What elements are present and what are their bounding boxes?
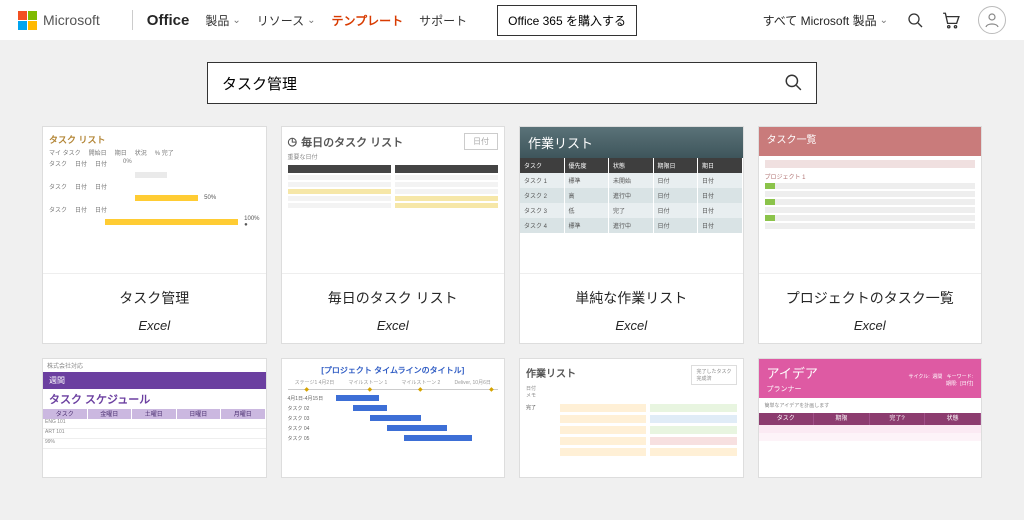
nav-support[interactable]: サポート	[419, 12, 467, 29]
nav-products[interactable]: 製品⌄	[205, 12, 240, 29]
nav-resources[interactable]: リソース⌄	[257, 12, 316, 29]
template-meta: 毎日のタスク リスト Excel	[282, 274, 505, 343]
page-body: タスク リスト マイ タスク開始日期日状況% 完了 タスク日付日付0% タスク日…	[0, 40, 1024, 520]
office-label[interactable]: Office	[147, 12, 190, 29]
chevron-down-icon: ⌄	[232, 15, 240, 26]
search-icon	[784, 73, 802, 91]
template-thumbnail: 作業リスト 完了したタスク完成済 日付メモ 完了	[520, 359, 743, 477]
template-thumbnail: 作業リスト タスク優先度状態期限日期日 タスク 1標準未開始日付日付 タスク 2…	[520, 127, 743, 274]
template-thumbnail: タスク一覧 プロジェクト 1	[759, 127, 982, 274]
clock-icon: ◷	[288, 135, 298, 148]
chevron-down-icon: ⌄	[880, 15, 888, 26]
template-app: Excel	[49, 318, 260, 333]
template-thumbnail: [プロジェクト タイムラインのタイトル] ステージ1 4月2日マイルストーン 1…	[282, 359, 505, 477]
microsoft-label: Microsoft	[43, 12, 100, 28]
template-title: 単純な作業リスト	[526, 288, 737, 308]
template-title: 毎日のタスク リスト	[288, 288, 499, 308]
top-nav: Microsoft Office 製品⌄ リソース⌄ テンプレート サポート O…	[0, 0, 1024, 40]
microsoft-icon	[18, 11, 37, 30]
search-button[interactable]	[784, 73, 802, 94]
template-card[interactable]: 作業リスト 完了したタスク完成済 日付メモ 完了	[519, 358, 744, 478]
template-thumbnail: アイデアプランナー サイクル: 週間 キーワード:期限: [日付] 簡単なアイデ…	[759, 359, 982, 477]
template-card[interactable]: ◷毎日のタスク リスト 日付 重要な日付 毎日のタスク リスト Excel	[281, 126, 506, 344]
buy-office-button[interactable]: Office 365 を購入する	[497, 5, 637, 36]
template-card[interactable]: [プロジェクト タイムラインのタイトル] ステージ1 4月2日マイルストーン 1…	[281, 358, 506, 478]
template-thumbnail: タスク リスト マイ タスク開始日期日状況% 完了 タスク日付日付0% タスク日…	[43, 127, 266, 274]
primary-nav: 製品⌄ リソース⌄ テンプレート サポート Office 365 を購入する	[205, 5, 637, 36]
template-thumbnail: ◷毎日のタスク リスト 日付 重要な日付	[282, 127, 505, 274]
template-card[interactable]: アイデアプランナー サイクル: 週間 キーワード:期限: [日付] 簡単なアイデ…	[758, 358, 983, 478]
template-card[interactable]: 作業リスト タスク優先度状態期限日期日 タスク 1標準未開始日付日付 タスク 2…	[519, 126, 744, 344]
template-card[interactable]: タスク リスト マイ タスク開始日期日状況% 完了 タスク日付日付0% タスク日…	[42, 126, 267, 344]
chevron-down-icon: ⌄	[307, 15, 315, 26]
microsoft-logo[interactable]: Microsoft	[18, 11, 100, 30]
template-meta: タスク管理 Excel	[43, 274, 266, 343]
template-app: Excel	[765, 318, 976, 333]
account-icon[interactable]	[978, 6, 1006, 34]
search-input[interactable]	[222, 75, 784, 92]
template-thumbnail: 株式会社対応 週間 タスク スケジュール タスク金曜日土曜日日曜日月曜日 ENG…	[43, 359, 266, 477]
template-title: プロジェクトのタスク一覧	[765, 288, 976, 308]
template-meta: 単純な作業リスト Excel	[520, 274, 743, 343]
nav-templates[interactable]: テンプレート	[332, 12, 404, 29]
template-app: Excel	[526, 318, 737, 333]
template-meta: プロジェクトのタスク一覧 Excel	[759, 274, 982, 343]
all-microsoft-products[interactable]: すべて Microsoft 製品⌄	[763, 12, 888, 29]
template-search	[207, 62, 817, 104]
template-card[interactable]: タスク一覧 プロジェクト 1 プロジェクトのタスク一覧 Excel	[758, 126, 983, 344]
search-icon[interactable]	[906, 11, 924, 29]
template-card[interactable]: 株式会社対応 週間 タスク スケジュール タスク金曜日土曜日日曜日月曜日 ENG…	[42, 358, 267, 478]
template-title: タスク管理	[49, 288, 260, 308]
results-grid: タスク リスト マイ タスク開始日期日状況% 完了 タスク日付日付0% タスク日…	[42, 126, 982, 478]
divider	[132, 10, 133, 30]
top-nav-right: すべて Microsoft 製品⌄	[763, 6, 1006, 34]
template-app: Excel	[288, 318, 499, 333]
cart-icon[interactable]	[942, 11, 960, 29]
